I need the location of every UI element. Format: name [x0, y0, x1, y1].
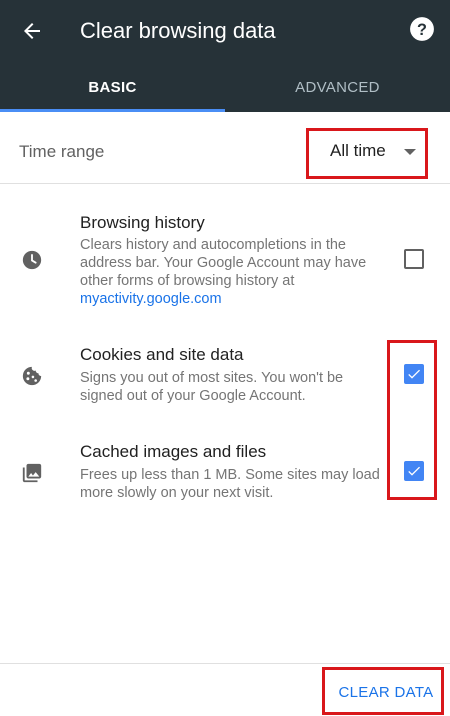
clock-icon	[20, 248, 44, 272]
highlight-box-clear-data	[322, 667, 444, 715]
list-item-cookies[interactable]: Cookies and site data Signs you out of m…	[0, 344, 450, 414]
tab-basic[interactable]: BASIC	[0, 62, 225, 112]
myactivity-link[interactable]: myactivity.google.com	[80, 291, 222, 307]
list-item-browsing-history[interactable]: Browsing history Clears history and auto…	[0, 210, 450, 320]
highlight-box-time-range	[306, 128, 428, 179]
cookie-icon	[20, 364, 44, 388]
tab-advanced[interactable]: ADVANCED	[225, 62, 450, 112]
image-icon	[20, 461, 44, 485]
arrow-back-icon[interactable]	[14, 13, 50, 49]
item-description: Signs you out of most sites. You won't b…	[80, 370, 344, 404]
item-title: Browsing history	[80, 213, 205, 232]
list-item-cached-images[interactable]: Cached images and files Frees up less th…	[0, 441, 450, 511]
item-title: Cookies and site data	[80, 345, 244, 364]
time-range-label: Time range	[19, 142, 105, 161]
help-icon[interactable]: ?	[406, 13, 438, 45]
highlight-box-checkboxes	[387, 340, 437, 500]
checkbox-browsing-history[interactable]	[404, 249, 424, 269]
svg-text:?: ?	[417, 21, 427, 39]
divider	[0, 663, 450, 664]
page-title: Clear browsing data	[80, 18, 276, 43]
item-title: Cached images and files	[80, 442, 267, 461]
item-description: Frees up less than 1 MB. Some sites may …	[80, 467, 380, 501]
app-bar: Clear browsing data ? BASIC ADVANCED	[0, 0, 450, 112]
item-description: Clears history and autocompletions in th…	[80, 237, 367, 307]
